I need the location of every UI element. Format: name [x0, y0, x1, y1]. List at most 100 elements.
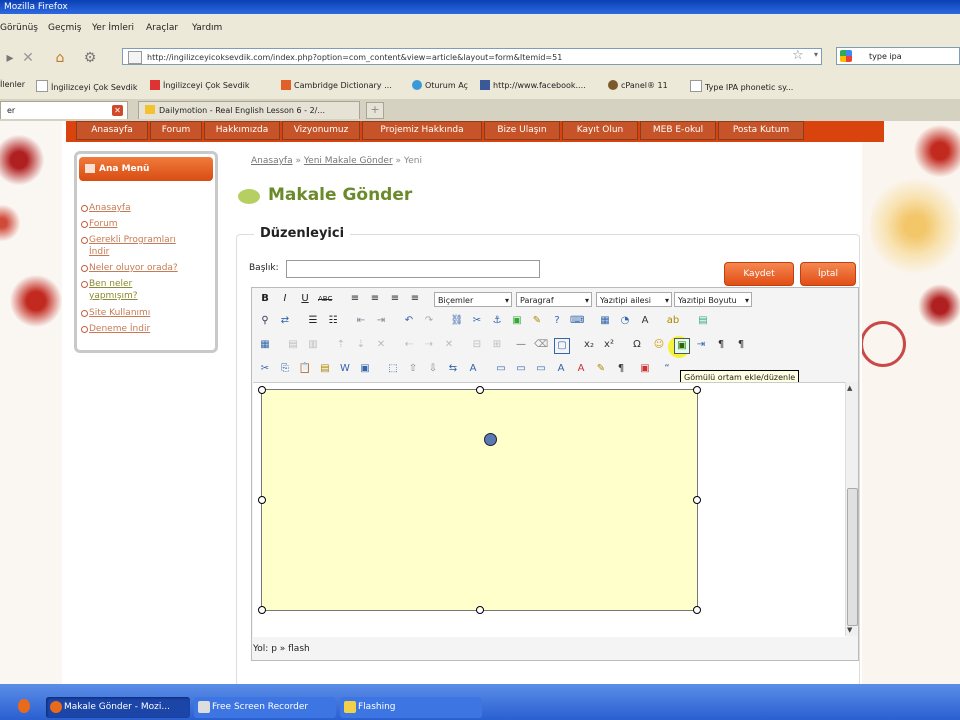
- menu-view[interactable]: Görünüş: [0, 23, 38, 33]
- title-input[interactable]: [286, 260, 540, 278]
- remove-format-icon[interactable]: ⌫: [534, 338, 548, 352]
- col-after-icon[interactable]: ⇢: [422, 338, 436, 352]
- absolute-icon[interactable]: ⇆: [446, 362, 460, 376]
- bookmark-item[interactable]: Type IPA phonetic sy...: [690, 80, 793, 92]
- delete-col-icon[interactable]: ✕: [442, 338, 456, 352]
- bookmark-item[interactable]: İngilizceyi Çok Sevdik: [150, 80, 250, 90]
- forward-icon[interactable]: ▸: [0, 48, 20, 68]
- sidebar-item-forum[interactable]: Forum: [81, 218, 118, 230]
- font-family-select[interactable]: Yazıtipi ailesi: [596, 292, 672, 308]
- redo-icon[interactable]: ↷: [422, 314, 436, 328]
- save-button[interactable]: Kaydet: [724, 262, 794, 286]
- firefox-quicklaunch-icon[interactable]: [18, 699, 30, 713]
- special-char-icon[interactable]: Ω: [630, 338, 644, 352]
- preview-icon[interactable]: ▤: [696, 314, 710, 328]
- bullet-list-icon[interactable]: ☰: [306, 314, 320, 328]
- site-nav-item[interactable]: Anasayfa: [76, 121, 148, 140]
- url-bar[interactable]: http://ingilizceyicoksevdik.com/index.ph…: [122, 48, 822, 65]
- paste-icon[interactable]: 📋: [298, 362, 312, 376]
- visual-aid-icon[interactable]: ▢: [554, 338, 570, 354]
- cell-props-icon[interactable]: ▥: [306, 338, 320, 352]
- delete-text-icon[interactable]: A: [574, 362, 588, 376]
- bookmark-item[interactable]: Oturum Aç: [412, 80, 468, 90]
- indent-icon[interactable]: ⇥: [374, 314, 388, 328]
- sidebar-item-home[interactable]: Anasayfa: [81, 202, 131, 214]
- google-icon[interactable]: [840, 50, 852, 62]
- sidebar-item-site-usage[interactable]: Site Kullanımı: [80, 307, 150, 319]
- help-icon[interactable]: ?: [550, 314, 564, 328]
- find-icon[interactable]: ⚲: [258, 314, 272, 328]
- bookmark-item[interactable]: İlenler: [0, 80, 25, 89]
- site-nav-item[interactable]: Forum: [150, 121, 202, 140]
- site-nav-item[interactable]: Kayıt Olun: [562, 121, 638, 140]
- resize-handle[interactable]: [476, 606, 484, 614]
- table-icon[interactable]: ▦: [258, 338, 272, 352]
- resize-handle[interactable]: [693, 386, 701, 394]
- home-icon[interactable]: ⌂: [50, 48, 70, 68]
- sidebar-item-downloads[interactable]: Gerekli Programları İndir: [81, 234, 197, 258]
- merge-cells-icon[interactable]: ⊞: [490, 338, 504, 352]
- col-before-icon[interactable]: ⇠: [402, 338, 416, 352]
- ltr-icon[interactable]: ⇥: [694, 338, 708, 352]
- resize-handle[interactable]: [258, 496, 266, 504]
- bookmark-item[interactable]: İngilizceyi Çok Sevdik: [36, 80, 138, 92]
- close-tab-icon[interactable]: ✕: [112, 105, 123, 116]
- attributes-icon[interactable]: A: [554, 362, 568, 376]
- styles-select[interactable]: Biçemler: [434, 292, 512, 308]
- paste-word-icon[interactable]: W: [338, 362, 352, 376]
- menu-history[interactable]: Geçmiş: [48, 23, 81, 33]
- gear-icon[interactable]: ⚙: [80, 48, 100, 68]
- row-after-icon[interactable]: ⇣: [354, 338, 368, 352]
- scroll-down-icon[interactable]: ▼: [847, 626, 852, 634]
- resize-handle[interactable]: [476, 386, 484, 394]
- link-icon[interactable]: ⛓: [450, 314, 464, 328]
- insert-layer-icon[interactable]: ⬚: [386, 362, 400, 376]
- underline-icon[interactable]: U: [298, 292, 312, 306]
- undo-icon[interactable]: ↶: [402, 314, 416, 328]
- sidebar-item-demo-download[interactable]: Deneme İndir: [80, 323, 150, 335]
- acronym-icon[interactable]: ▭: [534, 362, 548, 376]
- html-source-icon[interactable]: ⌨: [570, 314, 584, 328]
- template-icon[interactable]: ▣: [638, 362, 652, 376]
- taskbar-button-flashing[interactable]: Flashing: [340, 697, 482, 718]
- delete-row-icon[interactable]: ✕: [374, 338, 388, 352]
- new-tab-icon[interactable]: +: [366, 102, 384, 119]
- taskbar-button-firefox[interactable]: Makale Gönder - Mozi...: [46, 697, 190, 718]
- scroll-up-icon[interactable]: ▲: [847, 384, 852, 392]
- cite-icon[interactable]: ▭: [494, 362, 508, 376]
- abbr-icon[interactable]: ▭: [514, 362, 528, 376]
- move-backward-icon[interactable]: ⇩: [426, 362, 440, 376]
- horizontal-rule-icon[interactable]: —: [514, 338, 528, 352]
- resize-handle[interactable]: [258, 386, 266, 394]
- embedded-flash-object[interactable]: [258, 386, 701, 614]
- subscript-icon[interactable]: x₂: [582, 338, 596, 352]
- nonbreaking-icon[interactable]: ¶: [614, 362, 628, 376]
- taskbar-button-recorder[interactable]: Free Screen Recorder: [194, 697, 336, 718]
- rtl-icon[interactable]: ¶: [714, 338, 728, 352]
- insert-text-icon[interactable]: ✎: [594, 362, 608, 376]
- breadcrumb-section[interactable]: Yeni Makale Gönder: [304, 156, 393, 166]
- italic-icon[interactable]: I: [278, 292, 292, 306]
- scrollbar-thumb[interactable]: [847, 488, 858, 626]
- align-justify-icon[interactable]: ≡: [408, 292, 422, 306]
- sidebar-item-my-work[interactable]: Ben neler yapmışım?: [81, 278, 159, 302]
- sidebar-item-whats-happening[interactable]: Neler oluyor orada?: [81, 262, 178, 274]
- bookmark-item[interactable]: http://www.facebook....: [480, 80, 586, 90]
- site-nav-item[interactable]: Vizyonumuz: [282, 121, 360, 140]
- style-props-icon[interactable]: A: [466, 362, 480, 376]
- image-icon[interactable]: ▣: [510, 314, 524, 328]
- align-right-icon[interactable]: ≡: [388, 292, 402, 306]
- menu-help[interactable]: Yardım: [192, 23, 222, 33]
- anchor-icon[interactable]: ⚓: [490, 314, 504, 328]
- font-size-select[interactable]: Yazıtipi Boyutu: [674, 292, 752, 308]
- superscript-icon[interactable]: x²: [602, 338, 616, 352]
- outdent-icon[interactable]: ⇤: [354, 314, 368, 328]
- menu-bookmarks[interactable]: Yer İmleri: [92, 23, 134, 33]
- bookmark-item[interactable]: Cambridge Dictionary ...: [281, 80, 392, 90]
- bookmark-item[interactable]: cPanel® 11: [608, 80, 668, 90]
- search-input[interactable]: type ipa: [836, 47, 960, 65]
- url-dropdown-icon[interactable]: ▾: [814, 50, 818, 59]
- site-nav-item[interactable]: Posta Kutum: [718, 121, 804, 140]
- cancel-button[interactable]: İptal: [800, 262, 856, 286]
- align-left-icon[interactable]: ≡: [348, 292, 362, 306]
